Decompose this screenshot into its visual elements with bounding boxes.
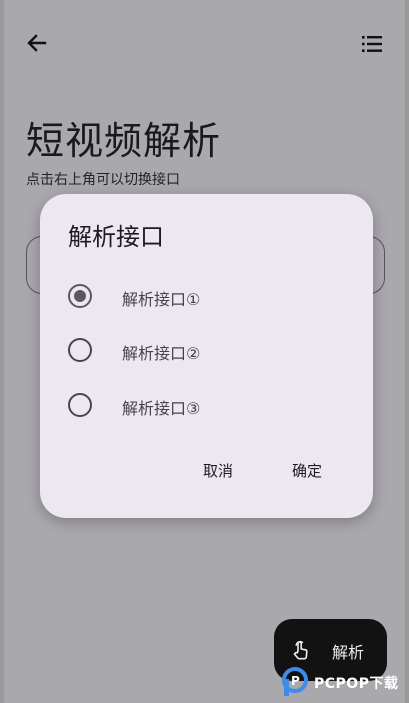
top-app-bar xyxy=(4,0,405,88)
page-title: 短视频解析 xyxy=(26,119,222,163)
back-button[interactable] xyxy=(22,28,52,58)
radio-button[interactable] xyxy=(68,393,92,417)
switch-interface-button[interactable] xyxy=(357,29,387,59)
interface-dialog: 解析接口 解析接口① 解析接口② 解析接口③ 取消 确定 xyxy=(40,194,373,518)
touch-hand-icon xyxy=(293,640,308,660)
list-icon xyxy=(362,36,382,52)
radio-option-label: 解析接口② xyxy=(122,344,201,363)
svg-text:P: P xyxy=(291,674,300,688)
app-screen: 短视频解析 点击右上角可以切换接口 解析 解析接口 解析接口① 解析接口② 解析… xyxy=(4,0,405,703)
pcpop-logo-icon: P xyxy=(282,667,308,696)
radio-option-label: 解析接口① xyxy=(122,290,201,309)
radio-option-label: 解析接口③ xyxy=(122,399,201,418)
confirm-button[interactable]: 确定 xyxy=(292,460,322,481)
watermark-logo: P PCPOP下载 xyxy=(282,667,407,697)
radio-option-3[interactable]: 解析接口③ xyxy=(60,385,350,425)
dialog-title: 解析接口 xyxy=(68,223,164,251)
radio-button-selected[interactable] xyxy=(68,284,92,308)
parse-button-label: 解析 xyxy=(332,643,365,662)
radio-option-1[interactable]: 解析接口① xyxy=(60,276,350,316)
page-subtitle: 点击右上角可以切换接口 xyxy=(26,172,180,188)
radio-option-2[interactable]: 解析接口② xyxy=(60,330,350,370)
arrow-left-icon xyxy=(27,34,47,52)
cancel-button[interactable]: 取消 xyxy=(203,460,233,481)
watermark-text: PCPOP下载 xyxy=(314,676,399,692)
radio-button[interactable] xyxy=(68,338,92,362)
